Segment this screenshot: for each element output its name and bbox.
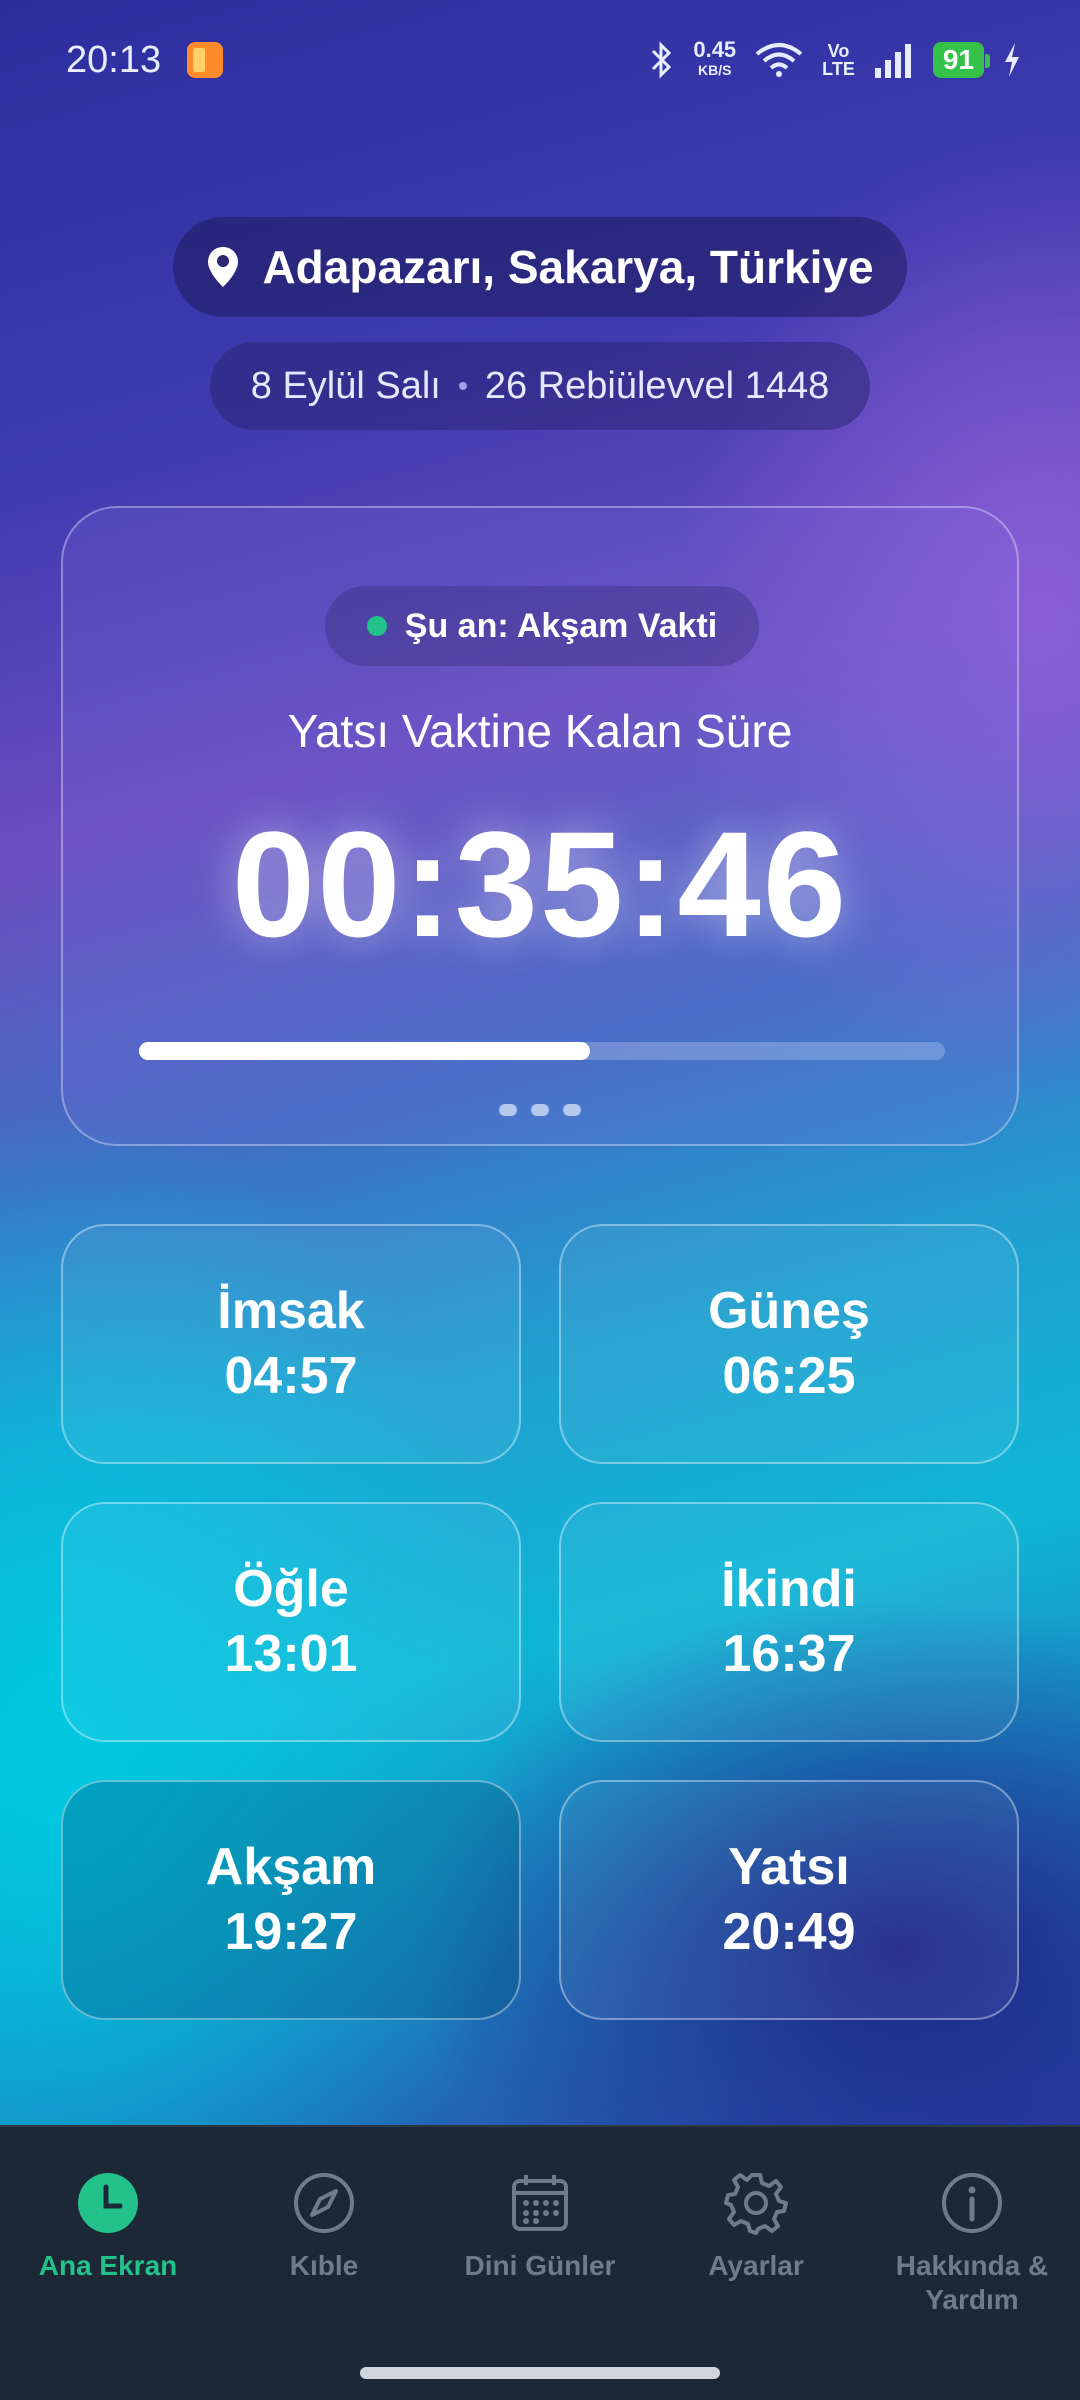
signal-icon xyxy=(874,44,911,78)
prayer-time-card[interactable]: Öğle 13:01 xyxy=(61,1502,521,1742)
hijri-date: 26 Rebiülevvel 1448 xyxy=(484,364,830,407)
nav-label: Dini Günler xyxy=(464,2250,616,2281)
status-time: 20:13 xyxy=(66,38,162,81)
gear-icon xyxy=(724,2171,788,2235)
gregorian-date: 8 Eylül Salı xyxy=(250,364,441,407)
countdown-timer: 00:35:46 xyxy=(231,800,849,968)
prayer-name: İkindi xyxy=(721,1560,857,1618)
prayer-time: 04:57 xyxy=(224,1347,358,1405)
prayer-name: Yatsı xyxy=(728,1838,850,1896)
nav-item[interactable]: Kıble xyxy=(216,2127,432,2400)
date-pill: 8 Eylül Salı 26 Rebiülevvel 1448 xyxy=(210,342,870,430)
compass-icon xyxy=(292,2171,356,2235)
nav-item[interactable]: Hakkında & Yardım xyxy=(864,2127,1080,2400)
wifi-icon xyxy=(755,43,803,77)
prayer-time-card[interactable]: Akşam 19:27 xyxy=(61,1780,521,2020)
prayer-time: 06:25 xyxy=(722,1347,856,1405)
prayer-time-card[interactable]: İkindi 16:37 xyxy=(559,1502,1019,1742)
prayer-time: 16:37 xyxy=(722,1625,856,1683)
prayer-name: Güneş xyxy=(708,1282,870,1340)
status-dot xyxy=(366,616,387,636)
current-status-text: Şu an: Akşam Vakti xyxy=(404,606,718,645)
clock-icon xyxy=(76,2171,140,2235)
location-pill[interactable]: Adapazarı, Sakarya, Türkiye xyxy=(173,217,907,317)
nav-item[interactable]: Dini Günler xyxy=(432,2127,648,2400)
home-indicator[interactable] xyxy=(360,2367,720,2379)
prayer-time-card[interactable]: İmsak 04:57 xyxy=(61,1224,521,1464)
nav-label: Ayarlar xyxy=(708,2250,804,2281)
info-icon xyxy=(940,2171,1004,2235)
nav-item[interactable]: Ana Ekran xyxy=(0,2127,216,2400)
date-separator xyxy=(458,382,467,390)
status-bar: 20:13 0.45 KB/S Vo LTE 91 xyxy=(0,0,1080,120)
calendar-icon xyxy=(508,2171,572,2235)
nav-label: Ana Ekran xyxy=(38,2250,178,2281)
nav-label: Hakkında & Yardım xyxy=(895,2250,1049,2315)
prayer-time: 13:01 xyxy=(224,1625,358,1683)
nav-item[interactable]: Ayarlar xyxy=(648,2127,864,2400)
bottom-navigation: Ana Ekran Kıble Dini Günler Ayarlar Hakkında… xyxy=(0,2125,1080,2400)
prayer-name: İmsak xyxy=(217,1282,365,1340)
app-notification-icon xyxy=(187,42,224,78)
progress-bar xyxy=(139,1042,945,1060)
pager-dot[interactable] xyxy=(531,1104,549,1116)
location-pin-icon xyxy=(208,247,239,287)
pager-dot[interactable] xyxy=(563,1104,581,1116)
prayer-time-card[interactable]: Yatsı 20:49 xyxy=(559,1780,1019,2020)
bluetooth-icon xyxy=(652,41,672,79)
page-indicator[interactable] xyxy=(63,1104,1017,1116)
network-speed: 0.45 KB/S xyxy=(693,37,737,79)
volte-indicator: Vo LTE xyxy=(822,41,855,79)
remaining-label: Yatsı Vaktine Kalan Süre xyxy=(287,705,793,757)
charging-icon xyxy=(1005,43,1019,77)
nav-label: Kıble xyxy=(289,2250,359,2281)
prayer-name: Akşam xyxy=(205,1838,377,1896)
prayer-time-card[interactable]: Güneş 06:25 xyxy=(559,1224,1019,1464)
countdown-card[interactable]: Şu an: Akşam Vakti Yatsı Vaktine Kalan S… xyxy=(61,506,1019,1146)
prayer-name: Öğle xyxy=(233,1560,349,1618)
battery-indicator: 91 xyxy=(932,42,991,78)
current-status-pill: Şu an: Akşam Vakti xyxy=(325,586,759,666)
prayer-time: 20:49 xyxy=(722,1903,856,1961)
pager-dot[interactable] xyxy=(499,1104,517,1116)
location-text: Adapazarı, Sakarya, Türkiye xyxy=(262,241,874,293)
prayer-time: 19:27 xyxy=(224,1903,358,1961)
progress-fill xyxy=(139,1042,591,1060)
